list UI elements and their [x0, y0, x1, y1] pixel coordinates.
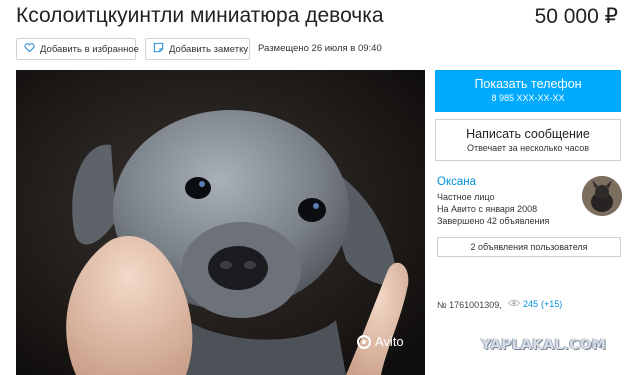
- site-watermark: YAPLAKAL.COM: [481, 337, 607, 353]
- seller-completed-ads: Завершено 42 объявления: [437, 216, 550, 226]
- phone-number-preview: 8 985 XXX-XX-XX: [491, 93, 565, 103]
- show-phone-button[interactable]: Показать телефон 8 985 XXX-XX-XX: [435, 70, 621, 112]
- views-count: 245: [523, 299, 539, 309]
- seller-avatar-image: [582, 176, 622, 216]
- user-ads-button[interactable]: 2 объявления пользователя: [437, 237, 621, 257]
- avito-watermark-text: Avito: [375, 334, 404, 349]
- write-message-button[interactable]: Написать сообщение Отвечает за несколько…: [435, 119, 621, 161]
- heart-icon: [24, 42, 35, 56]
- listing-photo[interactable]: [16, 70, 425, 375]
- note-icon: [153, 42, 164, 56]
- seller-type: Частное лицо: [437, 192, 495, 202]
- add-to-favorites-label: Добавить в избранное: [40, 43, 139, 55]
- seller-since: На Авито с января 2008: [437, 204, 538, 214]
- add-to-favorites-button[interactable]: Добавить в избранное: [16, 38, 139, 60]
- seller-name-link[interactable]: Оксана: [437, 176, 476, 188]
- listing-price: 50 000 ₽: [534, 5, 618, 28]
- avito-watermark: Avito: [357, 334, 404, 349]
- eye-icon: [507, 299, 521, 309]
- response-time-text: Отвечает за несколько часов: [466, 143, 590, 153]
- views-new-count: (+15): [541, 299, 563, 309]
- show-phone-label: Показать телефон: [474, 77, 582, 91]
- seller-avatar[interactable]: [582, 176, 622, 216]
- ad-number: № 1761001309,: [437, 300, 502, 310]
- puppy-photo-image: [16, 70, 425, 375]
- avito-logo-icon: [357, 334, 371, 349]
- listing-title: Ксолоитцкуинтли миниатюра девочка: [16, 4, 384, 27]
- views-counter[interactable]: 245 (+15): [507, 299, 563, 309]
- add-note-button[interactable]: Добавить заметку: [145, 38, 250, 60]
- placed-date: Размещено 26 июля в 09:40: [258, 43, 382, 54]
- add-note-label: Добавить заметку: [169, 43, 249, 55]
- write-message-label: Написать сообщение: [466, 127, 590, 141]
